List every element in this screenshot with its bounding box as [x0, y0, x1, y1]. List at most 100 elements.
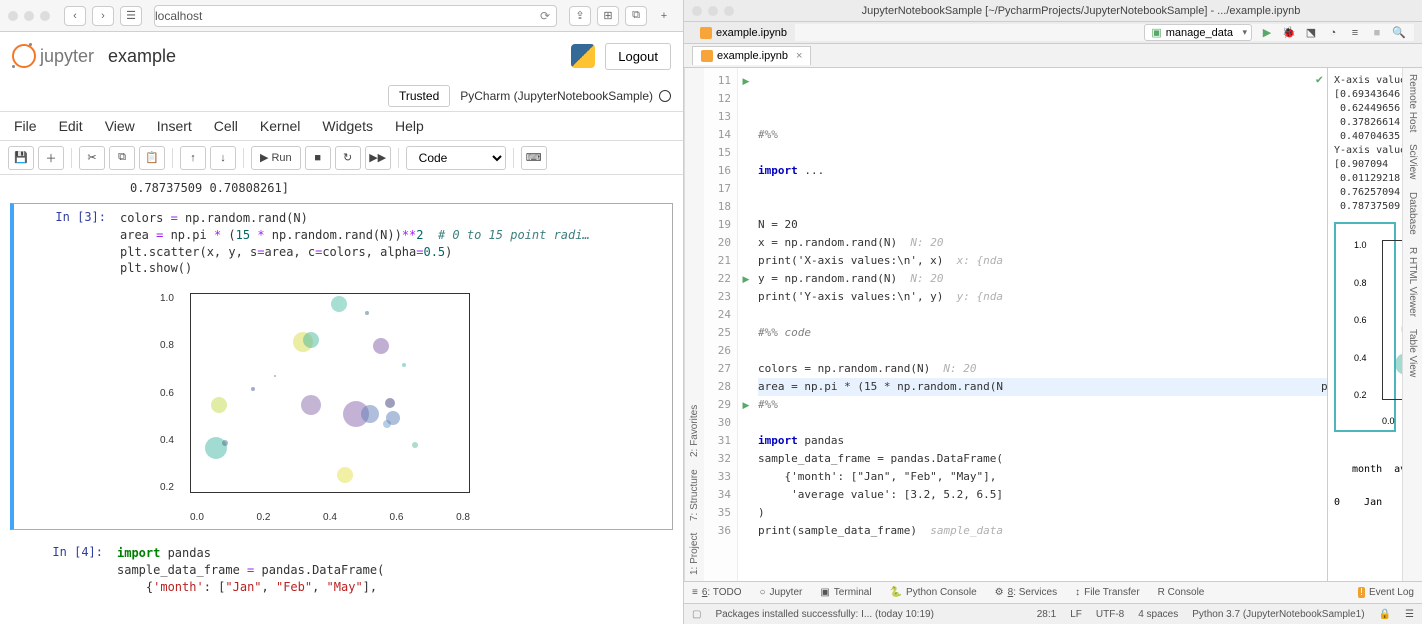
- new-tab-button[interactable]: ⊞: [597, 6, 619, 26]
- cut-button[interactable]: ✂: [79, 146, 105, 170]
- back-button[interactable]: ‹: [64, 6, 86, 26]
- cell-3-code[interactable]: colors = np.random.rand(N) area = np.pi …: [120, 210, 666, 277]
- tool-sciview[interactable]: SciView: [1407, 144, 1418, 179]
- output-dataframe: month average value 0 Jan 3.2: [1334, 442, 1396, 530]
- restart-run-all-button[interactable]: ▶▶: [365, 146, 391, 170]
- data-point: [303, 332, 319, 348]
- data-point: [386, 411, 400, 425]
- browser-chrome: ‹ › ☰ localhost ⟳ ⇪ ⊞ ⧉ +: [0, 0, 683, 32]
- close-dot[interactable]: [8, 11, 18, 21]
- data-point: [331, 296, 347, 312]
- add-tab-button[interactable]: +: [653, 6, 675, 26]
- left-tool-window-bar[interactable]: 1: Project 7: Structure 2: Favorites: [684, 68, 704, 581]
- editor-tab[interactable]: example.ipynb×: [692, 46, 811, 65]
- status-readonly-icon[interactable]: 🔒: [1379, 609, 1391, 620]
- tab-r-console[interactable]: R Console: [1158, 587, 1205, 598]
- tool-structure[interactable]: 7: Structure: [689, 469, 700, 521]
- tool-table-view[interactable]: Table View: [1407, 329, 1418, 377]
- command-palette-button[interactable]: ⌨: [521, 146, 547, 170]
- move-up-button[interactable]: ↑: [180, 146, 206, 170]
- notebook-area: 0.78737509 0.70808261] In [3]: colors = …: [0, 175, 683, 624]
- line-number-gutter: 1112131415161718192021222324252627282930…: [704, 68, 738, 581]
- kernel-indicator[interactable]: PyCharm (JupyterNotebookSample): [460, 89, 671, 103]
- run-icon[interactable]: ▶: [1260, 26, 1274, 40]
- tool-database[interactable]: Database: [1407, 192, 1418, 235]
- close-tab-icon[interactable]: ×: [796, 50, 802, 62]
- status-notif-icon[interactable]: ☰: [1405, 609, 1414, 620]
- status-window-icon[interactable]: ▢: [692, 609, 701, 620]
- max-dot[interactable]: [40, 11, 50, 21]
- run-gutter[interactable]: ▶ ▶ ▶: [738, 68, 754, 581]
- menu-widgets[interactable]: Widgets: [322, 118, 373, 134]
- menu-view[interactable]: View: [105, 118, 135, 134]
- cell-4-prompt: In [4]:: [11, 539, 111, 601]
- status-lf[interactable]: LF: [1070, 609, 1082, 620]
- data-point: [402, 363, 406, 367]
- forward-button[interactable]: ›: [92, 6, 114, 26]
- output-scatter-plot[interactable]: 1.00.80.60.40.2 0.00.20.40.60.8: [1334, 222, 1396, 432]
- tabs-button[interactable]: ⧉: [625, 6, 647, 26]
- tab-terminal[interactable]: ▣ Terminal: [820, 587, 871, 598]
- add-cell-button[interactable]: ＋: [38, 146, 64, 170]
- tool-r-html[interactable]: R HTML Viewer: [1407, 247, 1418, 317]
- data-point: [373, 338, 389, 354]
- status-indent[interactable]: 4 spaces: [1138, 609, 1178, 620]
- min-dot[interactable]: [24, 11, 34, 21]
- celltype-select[interactable]: Code: [406, 146, 506, 170]
- jupyter-logo[interactable]: jupyter: [12, 44, 94, 68]
- tool-project[interactable]: 1: Project: [689, 533, 700, 575]
- menu-cell[interactable]: Cell: [214, 118, 238, 134]
- tab-python-console[interactable]: 🐍 Python Console: [890, 587, 977, 598]
- tab-jupyter[interactable]: ○ Jupyter: [760, 587, 803, 598]
- sidebar-button[interactable]: ☰: [120, 6, 142, 26]
- tool-remote-host[interactable]: Remote Host: [1407, 74, 1418, 132]
- code-editor[interactable]: ✔ #%% import ... N = 20x = np.random.ran…: [754, 68, 1327, 581]
- data-point: [211, 397, 227, 413]
- concurrency-icon[interactable]: ≡: [1348, 26, 1362, 40]
- tab-event-log[interactable]: ! Event Log: [1358, 587, 1414, 598]
- status-interpreter[interactable]: Python 3.7 (JupyterNotebookSample1): [1192, 609, 1364, 620]
- ide-titlebar: JupyterNotebookSample [~/PycharmProjects…: [684, 0, 1422, 22]
- search-icon[interactable]: 🔍: [1392, 26, 1406, 40]
- cell-4[interactable]: In [4]: import pandas sample_data_frame …: [10, 538, 673, 602]
- tab-todo[interactable]: ≡ 6: TODO: [692, 587, 742, 598]
- python-icon: [571, 44, 595, 68]
- trusted-button[interactable]: Trusted: [388, 85, 450, 107]
- menu-kernel[interactable]: Kernel: [260, 118, 300, 134]
- ide-max-dot[interactable]: [724, 6, 734, 16]
- notebook-title[interactable]: example: [108, 46, 176, 67]
- run-config-select[interactable]: ▣manage_data: [1144, 24, 1252, 41]
- paste-button[interactable]: 📋: [139, 146, 165, 170]
- tab-file-transfer[interactable]: ↕ File Transfer: [1075, 587, 1140, 598]
- save-button[interactable]: 💾: [8, 146, 34, 170]
- run-button[interactable]: ▶ Run: [251, 146, 301, 170]
- data-point: [301, 395, 321, 415]
- move-down-button[interactable]: ↓: [210, 146, 236, 170]
- profile-icon[interactable]: ◔: [1326, 26, 1340, 40]
- status-pos[interactable]: 28:1: [1037, 609, 1056, 620]
- menu-file[interactable]: File: [14, 118, 37, 134]
- reload-icon[interactable]: ⟳: [540, 9, 550, 23]
- debug-icon[interactable]: 🐞: [1282, 26, 1296, 40]
- ide-min-dot[interactable]: [708, 6, 718, 16]
- right-tool-window-bar[interactable]: Remote Host SciView Database R HTML View…: [1402, 68, 1422, 581]
- cell-3[interactable]: In [3]: colors = np.random.rand(N) area …: [10, 203, 673, 530]
- mini-yticks: 1.00.80.60.40.2: [1354, 240, 1367, 400]
- stop-icon[interactable]: ■: [1370, 26, 1384, 40]
- menu-help[interactable]: Help: [395, 118, 424, 134]
- menu-insert[interactable]: Insert: [157, 118, 192, 134]
- stop-button[interactable]: ■: [305, 146, 331, 170]
- ide-close-dot[interactable]: [692, 6, 702, 16]
- copy-button[interactable]: ⧉: [109, 146, 135, 170]
- breadcrumb-tab[interactable]: example.ipynb: [692, 25, 795, 41]
- restart-button[interactable]: ↻: [335, 146, 361, 170]
- tab-services[interactable]: ⚙ 8: Services: [995, 587, 1057, 598]
- status-encoding[interactable]: UTF-8: [1096, 609, 1124, 620]
- share-button[interactable]: ⇪: [569, 6, 591, 26]
- menu-edit[interactable]: Edit: [59, 118, 83, 134]
- logout-button[interactable]: Logout: [605, 43, 671, 70]
- address-bar[interactable]: localhost ⟳: [154, 5, 557, 27]
- tool-favorites[interactable]: 2: Favorites: [689, 405, 700, 457]
- cell-4-code[interactable]: import pandas sample_data_frame = pandas…: [117, 545, 666, 595]
- coverage-icon[interactable]: ⬔: [1304, 26, 1318, 40]
